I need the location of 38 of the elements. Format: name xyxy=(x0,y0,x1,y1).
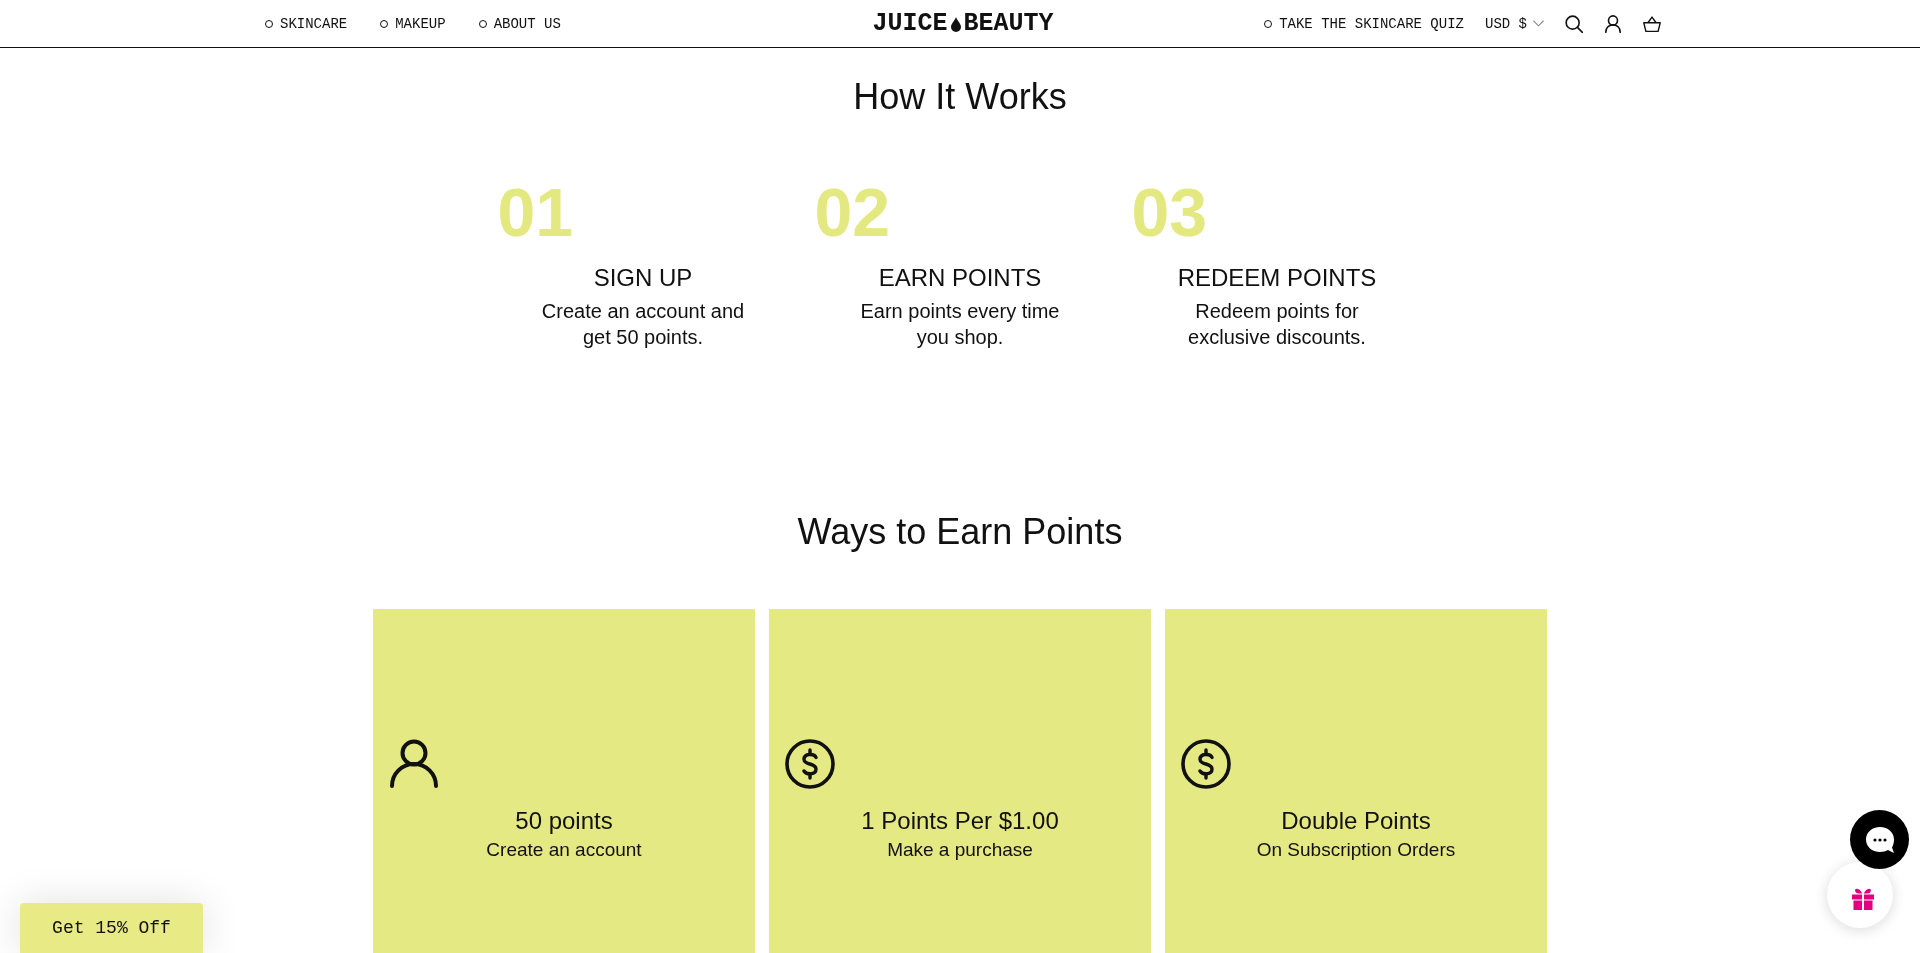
nav-link[interactable]: MAKEUP xyxy=(380,15,446,32)
search-button[interactable] xyxy=(1565,14,1583,33)
quiz-link[interactable]: TAKE THE SKINCARE QUIZ xyxy=(1264,15,1464,32)
step-description: Earn points every time you shop. xyxy=(859,299,1061,350)
search-icon xyxy=(1565,14,1583,33)
dollar-coin-icon xyxy=(1181,739,1231,789)
step-number: 02 xyxy=(814,178,891,246)
step-title: EARN POINTS xyxy=(878,263,1042,293)
gift-icon xyxy=(1851,886,1875,910)
currency-selector[interactable]: USD $ xyxy=(1485,15,1544,32)
dollar-coin-icon xyxy=(785,739,835,789)
step-description: Create an account and get 50 points. xyxy=(540,299,746,350)
account-button[interactable] xyxy=(1604,14,1622,33)
person-icon xyxy=(1604,14,1622,33)
gift-button[interactable] xyxy=(1827,862,1893,928)
card-title: 1 Points Per $1.00 xyxy=(861,806,1059,836)
nav-link[interactable]: ABOUT US xyxy=(478,15,561,32)
nav-link[interactable]: SKINCARE xyxy=(265,15,348,32)
card-subtitle: Create an account xyxy=(486,838,642,862)
drop-icon xyxy=(950,16,961,32)
person-icon xyxy=(389,739,439,789)
chat-bubble-icon xyxy=(1864,825,1895,854)
promo-button[interactable]: Get 15% Off xyxy=(20,903,203,953)
section-heading: How It Works xyxy=(853,75,1067,119)
step-title: SIGN UP xyxy=(593,263,693,293)
chevron-down-icon xyxy=(1533,20,1544,27)
section-heading: Ways to Earn Points xyxy=(797,510,1123,554)
step-title: REDEEM POINTS xyxy=(1177,263,1377,293)
step-description: Redeem points for exclusive discounts. xyxy=(1187,299,1367,350)
basket-icon xyxy=(1643,14,1661,33)
cart-button[interactable] xyxy=(1643,14,1661,33)
card-subtitle: Make a purchase xyxy=(887,838,1033,862)
card-title: Double Points xyxy=(1281,806,1431,836)
card-title: 50 points xyxy=(515,806,613,836)
step-number: 01 xyxy=(497,178,574,246)
logo-link[interactable]: JUICE BEAUTY xyxy=(872,8,1054,39)
card-subtitle: On Subscription Orders xyxy=(1256,838,1456,862)
step-number: 03 xyxy=(1131,178,1208,246)
